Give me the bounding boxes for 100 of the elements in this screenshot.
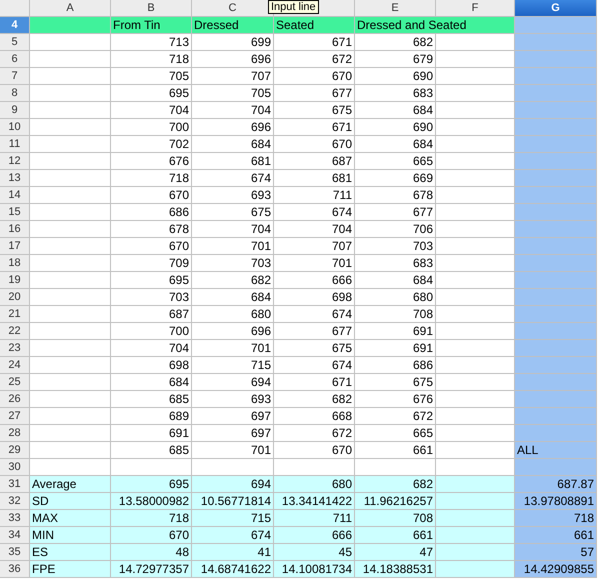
table-cell: 695 — [111, 272, 192, 289]
table-cell: 670 — [111, 527, 192, 544]
row-header[interactable]: 5 — [0, 34, 30, 51]
row-header[interactable]: 34 — [0, 527, 30, 544]
row-header[interactable]: 8 — [0, 85, 30, 102]
table-cell: 708 — [355, 306, 436, 323]
table-cell: 695 — [111, 85, 192, 102]
row-header[interactable]: 9 — [0, 102, 30, 119]
row-header[interactable]: 7 — [0, 68, 30, 85]
row-header[interactable]: 14 — [0, 187, 30, 204]
table-cell: 670 — [274, 136, 355, 153]
row-header[interactable]: 13 — [0, 170, 30, 187]
table-cell: 718 — [111, 51, 192, 68]
table-cell: 715 — [192, 357, 274, 374]
table-cell: Dressed and Seated — [355, 17, 515, 34]
table-cell: 693 — [192, 187, 274, 204]
table-cell: 709 — [111, 255, 192, 272]
table-cell: 670 — [274, 68, 355, 85]
table-cell: 691 — [111, 425, 192, 442]
row-header[interactable]: 32 — [0, 493, 30, 510]
table-cell: 661 — [515, 527, 597, 544]
row-header[interactable]: 36 — [0, 561, 30, 578]
row-header[interactable]: 27 — [0, 408, 30, 425]
table-cell: 675 — [274, 340, 355, 357]
table-cell: 701 — [192, 442, 274, 459]
row-header[interactable]: 23 — [0, 340, 30, 357]
table-cell: 684 — [355, 136, 436, 153]
table-cell: ES — [30, 544, 111, 561]
table-cell: 680 — [274, 476, 355, 493]
table-cell: 682 — [355, 476, 436, 493]
table-cell: 697 — [192, 425, 274, 442]
row-header[interactable]: 31 — [0, 476, 30, 493]
table-cell: 690 — [355, 68, 436, 85]
column-header[interactable]: B — [111, 0, 192, 17]
table-cell: 696 — [192, 119, 274, 136]
column-header[interactable]: A — [30, 0, 111, 17]
table-cell: 704 — [192, 221, 274, 238]
table-cell: 696 — [192, 51, 274, 68]
table-cell: From Tin — [111, 17, 192, 34]
table-cell: 670 — [274, 442, 355, 459]
table-cell: 684 — [355, 102, 436, 119]
table-cell: 683 — [355, 255, 436, 272]
row-header[interactable]: 11 — [0, 136, 30, 153]
table-cell: 671 — [274, 374, 355, 391]
table-cell: 704 — [111, 340, 192, 357]
table-cell: 10.56771814 — [192, 493, 274, 510]
row-header[interactable]: 19 — [0, 272, 30, 289]
table-cell: 14.18388531 — [355, 561, 436, 578]
table-cell: 683 — [355, 85, 436, 102]
row-header[interactable]: 24 — [0, 357, 30, 374]
table-cell: 671 — [274, 34, 355, 51]
row-header[interactable]: 33 — [0, 510, 30, 527]
row-header[interactable]: 29 — [0, 442, 30, 459]
column-header[interactable]: C — [192, 0, 274, 17]
row-header[interactable]: 22 — [0, 323, 30, 340]
table-cell: 684 — [192, 136, 274, 153]
row-header[interactable]: 35 — [0, 544, 30, 561]
table-cell: 699 — [192, 34, 274, 51]
table-cell: 676 — [111, 153, 192, 170]
table-cell: 687 — [274, 153, 355, 170]
column-header[interactable]: G — [515, 0, 597, 17]
row-header[interactable]: 16 — [0, 221, 30, 238]
table-cell: 690 — [355, 119, 436, 136]
table-cell: 711 — [274, 187, 355, 204]
table-cell: 677 — [274, 85, 355, 102]
table-cell: 669 — [355, 170, 436, 187]
row-header[interactable]: 30 — [0, 459, 30, 476]
row-header[interactable]: 6 — [0, 51, 30, 68]
table-cell: 703 — [355, 238, 436, 255]
table-cell: MIN — [30, 527, 111, 544]
column-header[interactable]: F — [436, 0, 515, 17]
corner-cell[interactable] — [0, 0, 30, 17]
table-cell: 14.72977357 — [111, 561, 192, 578]
row-header[interactable]: 12 — [0, 153, 30, 170]
table-cell: 684 — [355, 272, 436, 289]
table-cell: 57 — [515, 544, 597, 561]
table-cell: SD — [30, 493, 111, 510]
table-cell: 14.68741622 — [192, 561, 274, 578]
table-cell: 674 — [274, 204, 355, 221]
row-header[interactable]: 25 — [0, 374, 30, 391]
column-header[interactable]: E — [355, 0, 436, 17]
row-header[interactable]: 28 — [0, 425, 30, 442]
table-cell: 694 — [192, 476, 274, 493]
table-cell: 697 — [192, 408, 274, 425]
table-cell: 707 — [192, 68, 274, 85]
row-header[interactable]: 26 — [0, 391, 30, 408]
row-header[interactable]: 15 — [0, 204, 30, 221]
table-cell: 684 — [111, 374, 192, 391]
row-header[interactable]: 10 — [0, 119, 30, 136]
table-cell: 674 — [192, 170, 274, 187]
table-cell: 704 — [274, 221, 355, 238]
table-cell: 679 — [355, 51, 436, 68]
row-header[interactable]: 20 — [0, 289, 30, 306]
table-cell: 13.34141422 — [274, 493, 355, 510]
row-header[interactable]: 17 — [0, 238, 30, 255]
table-cell: Dressed — [192, 17, 274, 34]
row-header[interactable]: 18 — [0, 255, 30, 272]
row-header[interactable]: 21 — [0, 306, 30, 323]
table-cell: 682 — [355, 34, 436, 51]
table-cell: 684 — [192, 289, 274, 306]
